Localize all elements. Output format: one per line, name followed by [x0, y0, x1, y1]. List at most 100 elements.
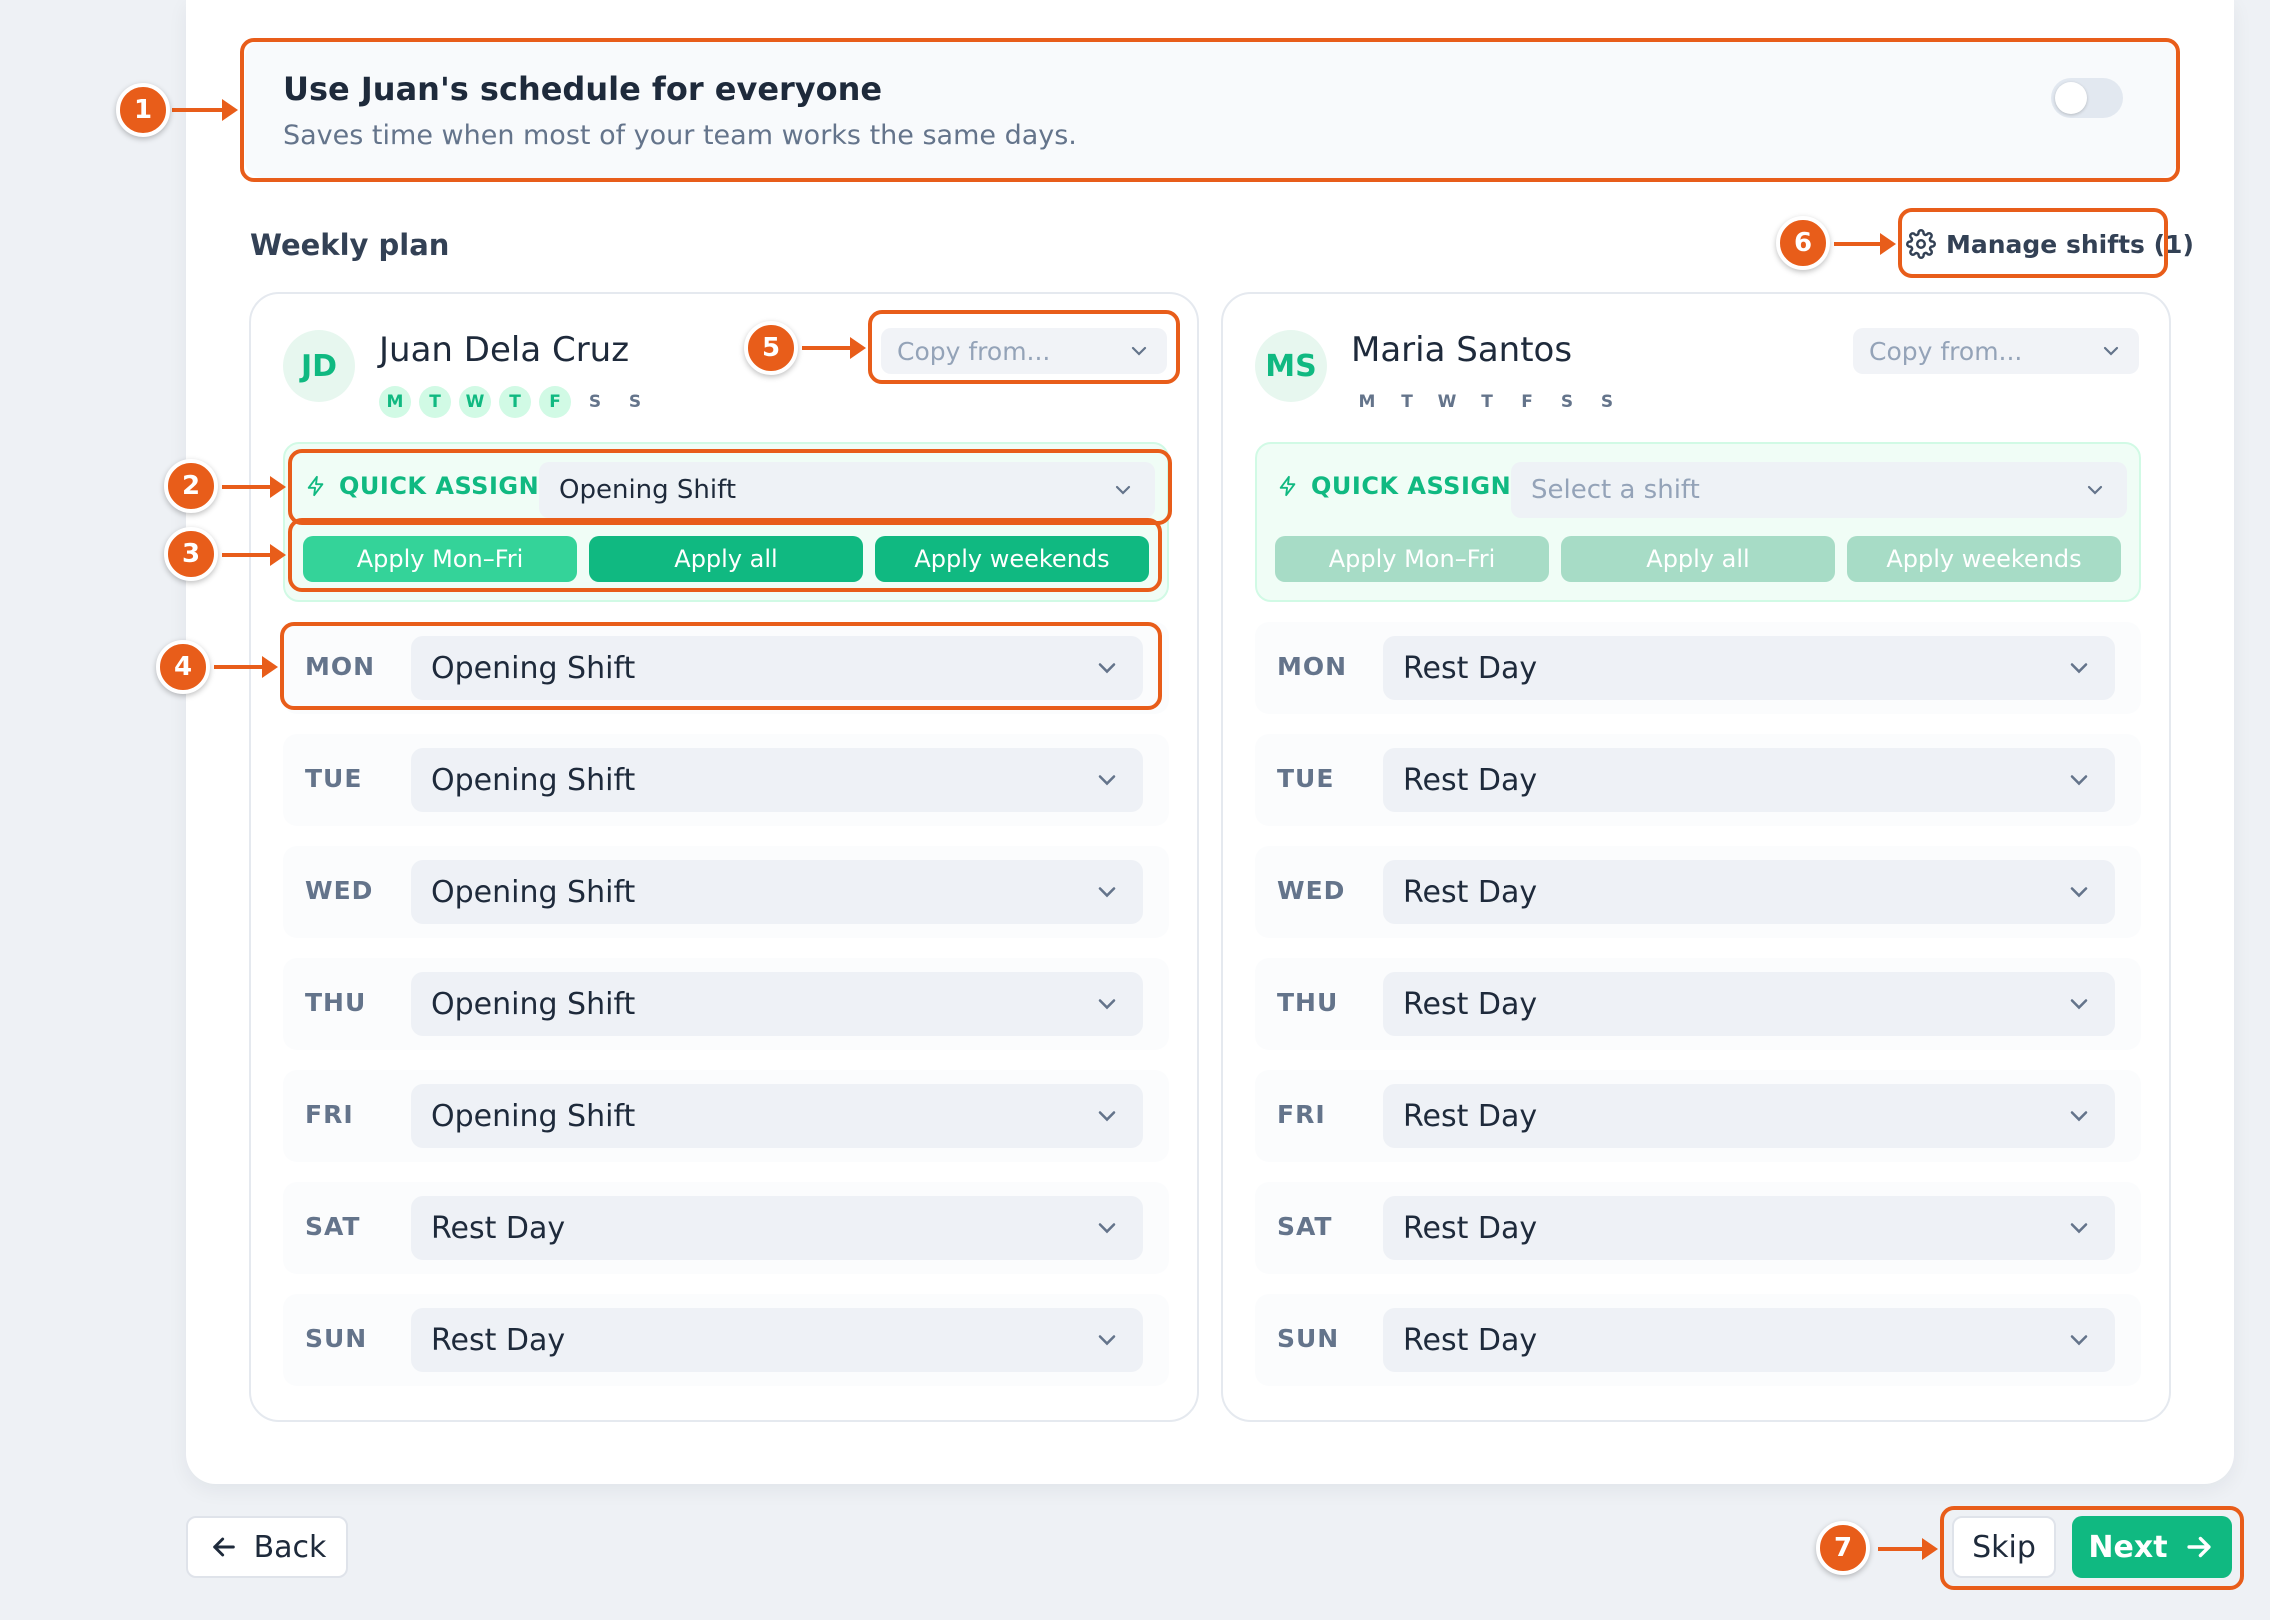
chevron-down-icon	[2070, 663, 2088, 674]
shift-select[interactable]: Opening Shift	[411, 748, 1143, 812]
day-dot-mon: M	[379, 386, 411, 418]
day-row-thu: THU Rest Day	[1255, 958, 2141, 1050]
annotation-arrow-6	[1834, 233, 1896, 255]
apply-weekends-button[interactable]: Apply weekends	[1847, 536, 2121, 582]
quick-assign-select[interactable]: Select a shift	[1511, 462, 2127, 518]
quick-assign-label: QUICK ASSIGN	[1277, 472, 1511, 500]
chevron-down-icon	[2087, 485, 2103, 495]
annotation-badge-6: 6	[1776, 216, 1830, 270]
day-dot-sat: S	[588, 392, 602, 412]
day-row-fri: FRI Rest Day	[1255, 1070, 2141, 1162]
annotation-arrow-4	[214, 656, 278, 678]
shift-select[interactable]: Rest Day	[411, 1308, 1143, 1372]
apply-weekends-button[interactable]: Apply weekends	[875, 536, 1149, 582]
arrow-left-icon	[212, 1537, 235, 1557]
day-dot-fri: F	[539, 386, 571, 418]
copy-from-select[interactable]: Copy from...	[1853, 328, 2139, 374]
quick-assign-select[interactable]: Opening Shift	[539, 462, 1155, 518]
chevron-down-icon	[2070, 1223, 2088, 1234]
shift-select[interactable]: Rest Day	[1383, 1084, 2115, 1148]
next-button[interactable]: Next	[2072, 1516, 2232, 1578]
day-label: FRI	[1277, 1100, 1326, 1129]
avatar: JD	[283, 330, 355, 402]
day-dot-thu: T	[499, 386, 531, 418]
shift-select[interactable]: Rest Day	[1383, 748, 2115, 812]
toggle-title: Use Juan's schedule for everyone	[283, 70, 883, 108]
shift-select[interactable]: Opening Shift	[411, 972, 1143, 1036]
day-label: THU	[1277, 988, 1339, 1017]
shift-select[interactable]: Rest Day	[1383, 1308, 2115, 1372]
shift-select[interactable]: Rest Day	[411, 1196, 1143, 1260]
shift-select[interactable]: Opening Shift	[411, 1084, 1143, 1148]
chevron-down-icon	[1115, 485, 1131, 495]
apply-all-button[interactable]: Apply all	[589, 536, 863, 582]
skip-button[interactable]: Skip	[1952, 1516, 2056, 1578]
day-label: SAT	[305, 1212, 361, 1241]
day-dot-fri: F	[1521, 392, 1533, 412]
day-row-wed: WED Opening Shift	[283, 846, 1169, 938]
back-button[interactable]: Back	[186, 1516, 348, 1578]
day-row-fri: FRI Opening Shift	[283, 1070, 1169, 1162]
annotation-arrow-3	[222, 544, 286, 566]
day-row-thu: THU Opening Shift	[283, 958, 1169, 1050]
apply-mon-fri-button[interactable]: Apply Mon–Fri	[303, 536, 577, 582]
day-label: SUN	[305, 1324, 368, 1353]
quick-assign-panel: QUICK ASSIGN Opening Shift Apply Mon–Fri…	[283, 442, 1169, 602]
day-row-sat: SAT Rest Day	[283, 1182, 1169, 1274]
quick-assign-panel: QUICK ASSIGN Select a shift Apply Mon–Fr…	[1255, 442, 2141, 602]
day-dot-sun: S	[628, 392, 642, 412]
shift-select[interactable]: Rest Day	[1383, 1196, 2115, 1260]
chevron-down-icon	[1098, 663, 1116, 674]
chevron-down-icon	[1131, 346, 1147, 356]
day-label: SUN	[1277, 1324, 1340, 1353]
day-label: FRI	[305, 1100, 354, 1129]
employee-name: Juan Dela Cruz	[379, 330, 630, 370]
annotation-arrow-7	[1878, 1538, 1938, 1560]
shift-select[interactable]: Rest Day	[1383, 636, 2115, 700]
day-row-tue: TUE Opening Shift	[283, 734, 1169, 826]
apply-mon-fri-button[interactable]: Apply Mon–Fri	[1275, 536, 1549, 582]
copy-from-placeholder: Copy from...	[1869, 336, 2023, 366]
day-label: WED	[1277, 876, 1346, 905]
day-label: MON	[1277, 652, 1348, 681]
day-dot-thu: T	[1481, 392, 1493, 412]
day-row-tue: TUE Rest Day	[1255, 734, 2141, 826]
annotation-badge-3: 3	[164, 527, 218, 581]
day-dot-sat: S	[1560, 392, 1574, 412]
shift-select[interactable]: Rest Day	[1383, 972, 2115, 1036]
chevron-down-icon	[1098, 1111, 1116, 1122]
chevron-down-icon	[1098, 1223, 1116, 1234]
chevron-down-icon	[1098, 999, 1116, 1010]
manage-shifts-button[interactable]: Manage shifts (1)	[1906, 222, 2194, 266]
employee-card-juan: JD Juan Dela Cruz M T W T F S S Copy fro…	[249, 292, 1199, 1422]
shift-select[interactable]: Opening Shift	[411, 636, 1143, 700]
chevron-down-icon	[2070, 1111, 2088, 1122]
shift-select[interactable]: Opening Shift	[411, 860, 1143, 924]
chevron-down-icon	[2103, 346, 2119, 356]
day-dot-tue: T	[419, 386, 451, 418]
quick-assign-label: QUICK ASSIGN	[305, 472, 539, 500]
copy-from-select[interactable]: Copy from...	[881, 328, 1167, 374]
annotation-badge-1: 1	[116, 83, 170, 137]
chevron-down-icon	[1098, 1335, 1116, 1346]
apply-all-button[interactable]: Apply all	[1561, 536, 1835, 582]
working-days-indicator: M T W T F S S	[379, 386, 651, 418]
toggle-subtitle: Saves time when most of your team works …	[283, 120, 1077, 151]
day-dot-sun: S	[1600, 392, 1614, 412]
day-dot-wed: W	[1437, 392, 1457, 412]
lightning-icon	[307, 475, 324, 497]
day-row-sun: SUN Rest Day	[1255, 1294, 2141, 1386]
shift-select[interactable]: Rest Day	[1383, 860, 2115, 924]
day-label: THU	[305, 988, 367, 1017]
avatar: MS	[1255, 330, 1327, 402]
use-schedule-toggle[interactable]	[2051, 78, 2123, 118]
day-dot-mon: M	[1358, 392, 1376, 412]
working-days-indicator: M T W T F S S	[1351, 386, 1623, 418]
annotation-badge-4: 4	[156, 640, 210, 694]
chevron-down-icon	[2070, 999, 2088, 1010]
quick-assign-buttons: Apply Mon–Fri Apply all Apply weekends	[303, 536, 1149, 582]
quick-assign-buttons: Apply Mon–Fri Apply all Apply weekends	[1275, 536, 2121, 582]
day-row-sat: SAT Rest Day	[1255, 1182, 2141, 1274]
day-row-wed: WED Rest Day	[1255, 846, 2141, 938]
chevron-down-icon	[1098, 775, 1116, 786]
